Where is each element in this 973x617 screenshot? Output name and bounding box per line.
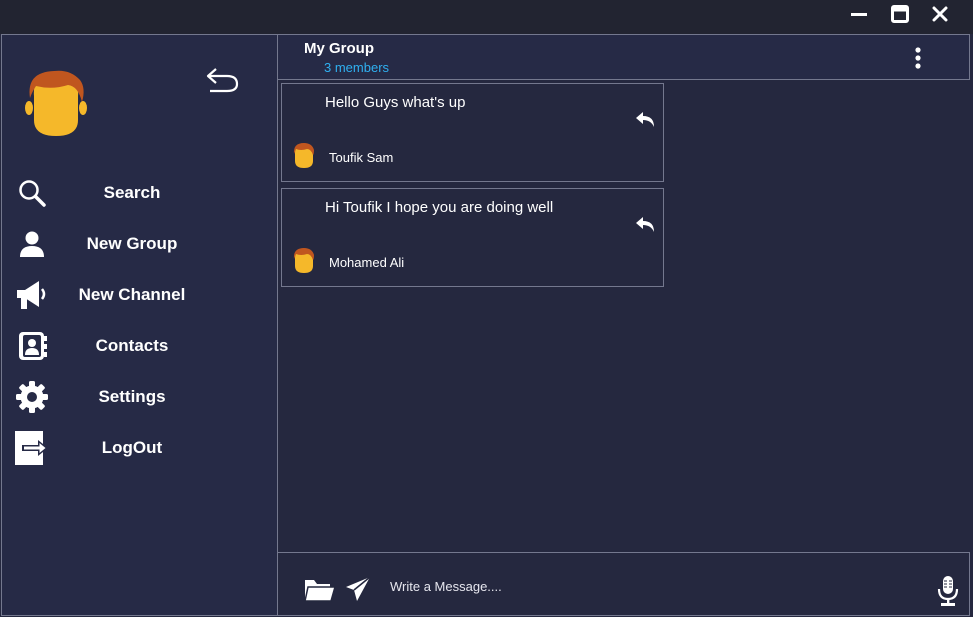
chat-title: My Group [304,40,374,57]
sender-avatar [292,142,316,169]
megaphone-icon [14,278,50,312]
menu-item-label: Settings [98,387,166,406]
message-composer [278,552,970,616]
sender-name: Toufik Sam [329,150,394,165]
reply-icon [636,217,654,232]
menu-item-label: Contacts [95,336,169,355]
message-input[interactable] [390,575,910,597]
back-button[interactable] [205,65,241,95]
contact-book-icon [14,329,50,363]
menu-item-new-channel[interactable]: New Channel [12,275,267,315]
maximize-button[interactable] [886,3,914,25]
message-item: Hello Guys what's up Toufik Sam [281,83,664,182]
folder-icon [304,580,336,602]
menu-item-label: LogOut [101,438,163,457]
close-button[interactable] [926,3,954,25]
menu-item-search[interactable]: Search [12,173,267,213]
menu-item-contacts[interactable]: Contacts [12,326,267,366]
minimize-button[interactable] [845,3,873,25]
microphone-button[interactable] [936,575,960,607]
search-icon [14,176,50,210]
sidebar: Search New Group New Channel Contacts Se… [1,34,278,616]
sender-name: Mohamed Ali [329,255,405,270]
close-icon [932,6,948,22]
more-vertical-icon [915,47,921,69]
undo-arrow-icon [206,68,239,93]
chat-header: My Group 3 members [278,34,970,80]
menu-item-settings[interactable]: Settings [12,377,267,417]
message-text: Hi Toufik I hope you are doing well [325,199,554,216]
more-options-button[interactable] [910,46,926,70]
microphone-icon [937,576,959,606]
menu-item-label: Search [103,183,161,202]
attach-file-button[interactable] [304,575,336,603]
reply-button[interactable] [635,216,657,234]
menu-item-label: New Group [86,234,178,253]
menu-item-label: New Channel [78,285,186,304]
paper-plane-icon [346,576,371,601]
gear-icon [14,380,50,414]
send-button[interactable] [344,575,372,603]
message-text: Hello Guys what's up [325,94,466,111]
app-window: Search New Group New Channel Contacts Se… [0,0,973,617]
member-count[interactable]: 3 members [324,60,389,75]
reply-button[interactable] [635,111,657,129]
menu-item-logout[interactable]: LogOut [12,428,267,468]
menu-item-new-group[interactable]: New Group [12,224,267,264]
user-avatar[interactable] [24,68,88,138]
maximize-icon [891,5,909,23]
message-list: Hello Guys what's up Toufik Sam Hi Toufi… [278,80,970,552]
sender-avatar [292,247,316,274]
title-bar [0,0,973,34]
user-icon [14,227,50,261]
message-item: Hi Toufik I hope you are doing well Moha… [281,188,664,287]
logout-icon [14,431,50,465]
minimize-icon [851,13,867,16]
reply-icon [636,112,654,127]
